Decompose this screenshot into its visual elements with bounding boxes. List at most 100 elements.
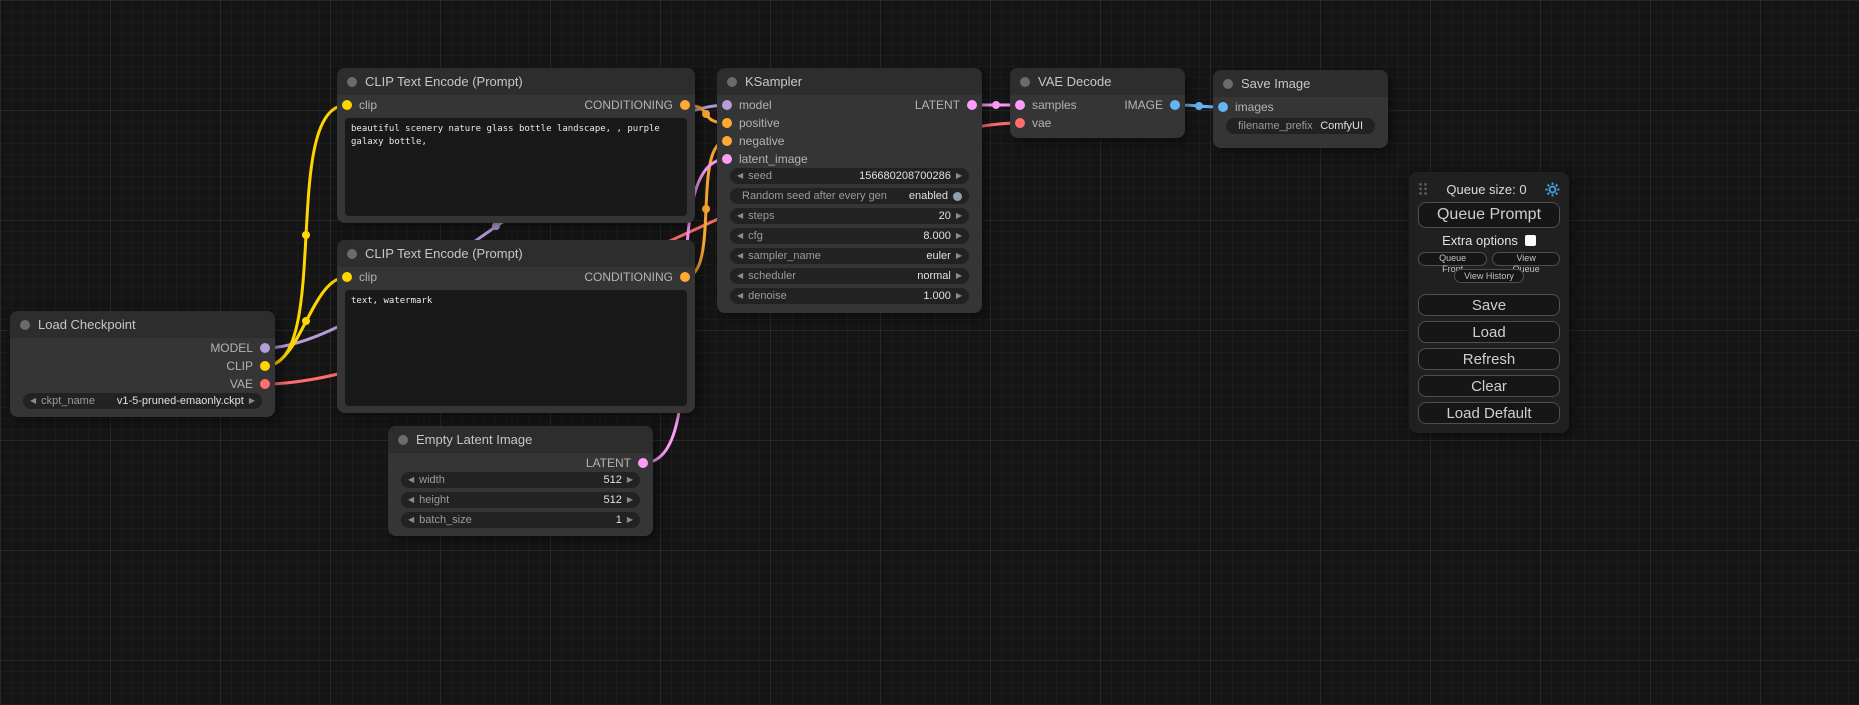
prev-value-arrow-icon[interactable]: ◀ [30,393,36,409]
output-dot-latent[interactable] [967,100,977,110]
increment-arrow-icon[interactable]: ▶ [956,228,962,244]
save-button[interactable]: Save [1418,294,1560,316]
node-clip-text-encode-negative[interactable]: CLIP Text Encode (Prompt) clip CONDITION… [337,240,695,413]
output-dot-clip[interactable] [260,361,270,371]
slot-label: IMAGE [1124,98,1163,112]
node-save-image[interactable]: Save Image images filename_prefix ComfyU… [1213,70,1388,148]
widget-name: height [419,494,449,506]
slot-label: vae [1032,116,1051,130]
output-dot-image[interactable] [1170,100,1180,110]
increment-arrow-icon[interactable]: ▶ [627,512,633,528]
decrement-arrow-icon[interactable]: ◀ [408,512,414,528]
input-dot-samples[interactable] [1015,100,1025,110]
collapse-dot-icon[interactable] [1223,79,1233,89]
view-queue-button[interactable]: View Queue [1492,252,1560,266]
node-load-checkpoint[interactable]: Load Checkpoint MODEL CLIP VAE ◀ ckpt_na… [10,311,275,417]
load-default-button[interactable]: Load Default [1418,402,1560,424]
input-dot-model[interactable] [722,100,732,110]
widget-steps[interactable]: ◀ steps 20 ▶ [730,208,969,224]
widget-height[interactable]: ◀ height 512 ▶ [401,492,640,508]
drag-handle-icon[interactable] [1418,182,1428,196]
node-title-bar[interactable]: CLIP Text Encode (Prompt) [337,240,695,267]
node-title-bar[interactable]: VAE Decode [1010,68,1185,95]
decrement-arrow-icon[interactable]: ◀ [408,472,414,488]
widget-scheduler[interactable]: ◀ scheduler normal ▶ [730,268,969,284]
node-title-bar[interactable]: KSampler [717,68,982,95]
widget-value: 1.000 [923,290,951,302]
node-title-bar[interactable]: Load Checkpoint [10,311,275,338]
collapse-dot-icon[interactable] [347,77,357,87]
load-button[interactable]: Load [1418,321,1560,343]
slot-label: positive [739,116,780,130]
queue-front-button[interactable]: Queue Front [1418,252,1487,266]
output-slot-model: MODEL [210,339,270,357]
clear-button[interactable]: Clear [1418,375,1560,397]
input-dot-negative[interactable] [722,136,732,146]
node-empty-latent-image[interactable]: Empty Latent Image LATENT ◀ width 512 ▶ … [388,426,653,536]
input-dot-clip[interactable] [342,272,352,282]
prev-value-arrow-icon[interactable]: ◀ [737,268,743,284]
refresh-button[interactable]: Refresh [1418,348,1560,370]
slot-label: MODEL [210,341,253,355]
node-title-bar[interactable]: Save Image [1213,70,1388,97]
widget-width[interactable]: ◀ width 512 ▶ [401,472,640,488]
widget-filename-prefix[interactable]: filename_prefix ComfyUI [1226,118,1375,134]
widget-name: filename_prefix [1238,120,1313,132]
input-slot-negative: negative [722,132,784,150]
output-dot-conditioning[interactable] [680,100,690,110]
slot-label: LATENT [586,456,631,470]
decrement-arrow-icon[interactable]: ◀ [737,208,743,224]
increment-arrow-icon[interactable]: ▶ [956,208,962,224]
collapse-dot-icon[interactable] [347,249,357,259]
widget-sampler-name[interactable]: ◀ sampler_name euler ▶ [730,248,969,264]
increment-arrow-icon[interactable]: ▶ [956,288,962,304]
decrement-arrow-icon[interactable]: ◀ [737,228,743,244]
settings-gear-icon[interactable] [1545,182,1560,197]
collapse-dot-icon[interactable] [1020,77,1030,87]
decrement-arrow-icon[interactable]: ◀ [737,168,743,184]
node-ksampler[interactable]: KSampler model positive negative latent_… [717,68,982,313]
input-dot-images[interactable] [1218,102,1228,112]
node-title-bar[interactable]: CLIP Text Encode (Prompt) [337,68,695,95]
view-history-button[interactable]: View History [1454,269,1524,283]
slot-label: CONDITIONING [584,98,673,112]
widget-control-after-generate[interactable]: Random seed after every gen enabled [730,188,969,204]
next-value-arrow-icon[interactable]: ▶ [956,268,962,284]
widget-cfg[interactable]: ◀ cfg 8.000 ▶ [730,228,969,244]
node-title: CLIP Text Encode (Prompt) [365,74,523,89]
widget-seed[interactable]: ◀ seed 156680208700286 ▶ [730,168,969,184]
widget-value: v1-5-pruned-emaonly.ckpt [117,395,244,407]
prev-value-arrow-icon[interactable]: ◀ [737,248,743,264]
increment-arrow-icon[interactable]: ▶ [627,492,633,508]
input-dot-latent-image[interactable] [722,154,732,164]
input-dot-positive[interactable] [722,118,732,128]
collapse-dot-icon[interactable] [727,77,737,87]
widget-denoise[interactable]: ◀ denoise 1.000 ▶ [730,288,969,304]
queue-prompt-button[interactable]: Queue Prompt [1418,202,1560,228]
node-vae-decode[interactable]: VAE Decode samples vae IMAGE [1010,68,1185,138]
input-dot-vae[interactable] [1015,118,1025,128]
increment-arrow-icon[interactable]: ▶ [956,168,962,184]
toggle-dot-icon[interactable] [953,192,962,201]
decrement-arrow-icon[interactable]: ◀ [737,288,743,304]
widget-batch-size[interactable]: ◀ batch_size 1 ▶ [401,512,640,528]
increment-arrow-icon[interactable]: ▶ [627,472,633,488]
output-slot-latent: LATENT [915,96,977,114]
node-clip-text-encode-positive[interactable]: CLIP Text Encode (Prompt) clip CONDITION… [337,68,695,223]
output-dot-vae[interactable] [260,379,270,389]
next-value-arrow-icon[interactable]: ▶ [956,248,962,264]
widget-ckpt-name[interactable]: ◀ ckpt_name v1-5-pruned-emaonly.ckpt ▶ [23,393,262,409]
collapse-dot-icon[interactable] [398,435,408,445]
output-dot-conditioning[interactable] [680,272,690,282]
output-dot-latent[interactable] [638,458,648,468]
output-dot-model[interactable] [260,343,270,353]
positive-prompt-textarea[interactable]: beautiful scenery nature glass bottle la… [345,118,687,216]
decrement-arrow-icon[interactable]: ◀ [408,492,414,508]
collapse-dot-icon[interactable] [20,320,30,330]
node-title-bar[interactable]: Empty Latent Image [388,426,653,453]
extra-options-checkbox[interactable] [1525,235,1536,246]
node-graph-canvas[interactable]: Load Checkpoint MODEL CLIP VAE ◀ ckpt_na… [0,0,1859,705]
next-value-arrow-icon[interactable]: ▶ [249,393,255,409]
negative-prompt-textarea[interactable]: text, watermark [345,290,687,406]
input-dot-clip[interactable] [342,100,352,110]
